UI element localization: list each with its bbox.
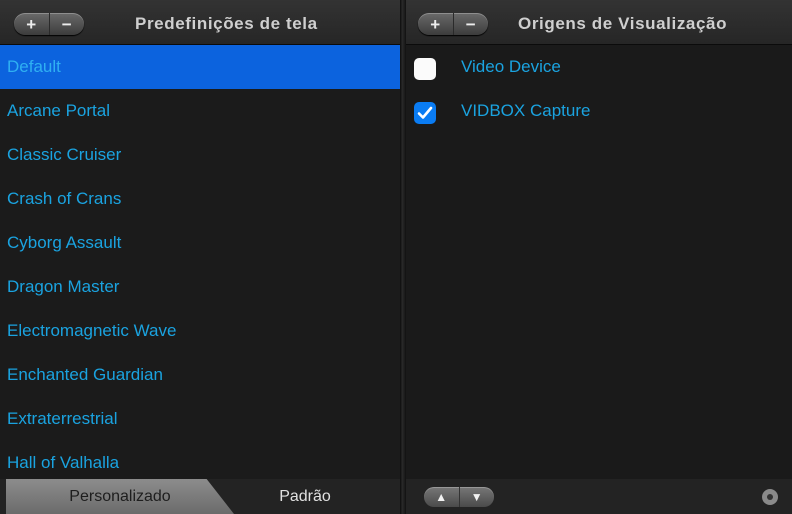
add-source-button[interactable]: + (418, 13, 453, 35)
source-checkbox[interactable] (414, 102, 436, 124)
tab-custom[interactable]: Personalizado (6, 479, 234, 514)
add-preset-button[interactable]: + (14, 13, 49, 35)
remove-source-button[interactable]: − (452, 13, 489, 35)
source-label[interactable]: Video Device (461, 57, 561, 77)
gear-icon[interactable] (762, 489, 778, 505)
preset-item[interactable]: Electromagnetic Wave (0, 309, 400, 353)
preset-tabs-bar: Personalizado Padrão (0, 479, 400, 514)
source-checkbox[interactable] (414, 58, 436, 80)
preset-item[interactable]: Hall of Valhalla (0, 441, 400, 468)
preset-item[interactable]: Crash of Crans (0, 177, 400, 221)
tab-default[interactable]: Padrão (210, 479, 400, 514)
sources-toolbar: ▲ ▼ (406, 479, 792, 514)
preset-item[interactable]: Classic Cruiser (0, 133, 400, 177)
app-window: + − Predefinições de tela Default Arcane… (0, 0, 792, 514)
preset-item[interactable]: Extraterrestrial (0, 397, 400, 441)
arrow-down-icon[interactable]: ▼ (458, 487, 495, 507)
preset-list[interactable]: Default Arcane Portal Classic Cruiser Cr… (0, 45, 400, 468)
preset-item[interactable]: Dragon Master (0, 265, 400, 309)
preset-item[interactable]: Cyborg Assault (0, 221, 400, 265)
screen-presets-panel: + − Predefinições de tela Default Arcane… (0, 0, 400, 514)
sources-title: Origens de Visualização (518, 14, 728, 33)
preset-item[interactable]: Default (0, 45, 400, 89)
preset-item[interactable]: Arcane Portal (0, 89, 400, 133)
reorder-control: ▲ ▼ (424, 487, 494, 507)
preview-sources-panel: + − Origens de Visualização Video Device… (406, 0, 792, 514)
source-label[interactable]: VIDBOX Capture (461, 101, 590, 121)
presets-title: Predefinições de tela (135, 14, 318, 33)
source-list: Video Device VIDBOX Capture (406, 45, 792, 133)
sources-add-remove-control: + − (418, 13, 488, 35)
source-item: Video Device (406, 45, 792, 89)
sources-header: + − Origens de Visualização (406, 0, 792, 45)
presets-add-remove-control: + − (14, 13, 84, 35)
presets-header: + − Predefinições de tela (0, 0, 400, 45)
checkmark-icon (417, 106, 433, 119)
arrow-up-icon[interactable]: ▲ (424, 487, 459, 507)
remove-preset-button[interactable]: − (48, 13, 85, 35)
preset-item[interactable]: Enchanted Guardian (0, 353, 400, 397)
source-item: VIDBOX Capture (406, 89, 792, 133)
